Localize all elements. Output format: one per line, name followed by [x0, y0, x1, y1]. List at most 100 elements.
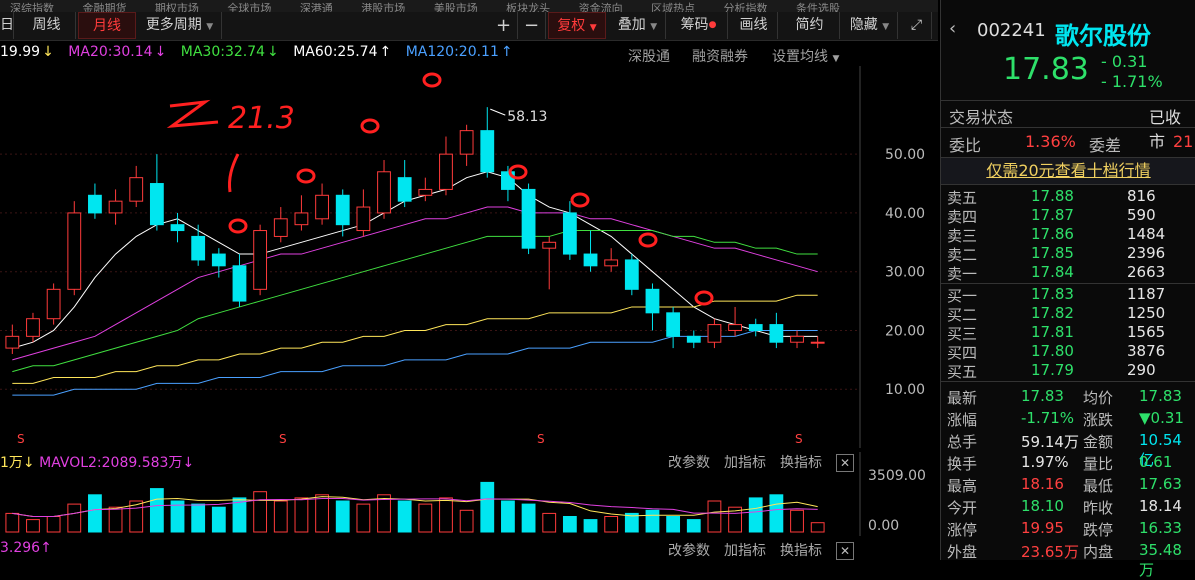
- set-ma-link[interactable]: 设置均线 ▼: [772, 46, 839, 66]
- topnav-item[interactable]: 美股市场: [434, 0, 478, 12]
- y-tick-label: 50.00: [885, 147, 925, 163]
- bottom-value: 3.296: [0, 540, 41, 556]
- volume-bar: [645, 509, 660, 533]
- order-row: 卖二 17.85 2396: [941, 244, 1195, 264]
- kline-chart[interactable]: S S S S 58.13 50.00 40.00 30.00 20.00 10.00 21.…: [0, 66, 938, 448]
- order-volume: 1250: [1127, 304, 1166, 322]
- volume-bar: [790, 509, 804, 533]
- hide-button[interactable]: 隐藏 ▼: [842, 12, 898, 39]
- stat-value: 59.14万: [1021, 433, 1079, 451]
- close-icon[interactable]: ✕: [836, 542, 854, 560]
- volume-bar: [480, 481, 495, 533]
- order-label: 买五: [947, 363, 978, 381]
- volume-bar: [418, 503, 433, 533]
- order-label: 卖一: [947, 265, 978, 283]
- order-label: 买一: [947, 287, 978, 305]
- topnav-item[interactable]: 板块龙头: [506, 0, 550, 12]
- volume-chart[interactable]: 3509.00 0.00: [0, 452, 938, 536]
- order-volume: 3876: [1127, 342, 1166, 360]
- stat-label: 最低: [1083, 477, 1114, 495]
- chouma-button[interactable]: 筹码●: [670, 12, 728, 39]
- chevron-down-icon: ▼: [832, 54, 840, 64]
- period-day-button[interactable]: 日: [0, 12, 14, 39]
- candle-body: [356, 206, 371, 232]
- draw-line-button[interactable]: 画线: [730, 12, 778, 39]
- rongzi-link[interactable]: 融资融券: [692, 46, 748, 66]
- candle-body: [562, 212, 577, 255]
- candle-body: [129, 177, 144, 202]
- order-label: 卖二: [947, 246, 978, 264]
- stat-label: 涨跌: [1083, 411, 1114, 429]
- handwritten-circle: [228, 218, 248, 234]
- handwritten-stroke: [228, 153, 240, 193]
- diejia-dropdown[interactable]: 叠加 ▼: [610, 12, 666, 39]
- order-volume: 590: [1127, 206, 1156, 224]
- candle-body: [377, 171, 391, 214]
- topnav-item[interactable]: 分析指数: [724, 0, 768, 12]
- topnav-item[interactable]: 深综指数: [10, 0, 54, 12]
- switch-indicator-link-2[interactable]: 换指标: [780, 540, 822, 560]
- candle-body: [666, 312, 681, 337]
- topnav-item[interactable]: 港股市场: [361, 0, 405, 12]
- period-week-button[interactable]: 周线: [18, 12, 76, 39]
- handwritten-scribble: [166, 99, 219, 128]
- order-price: 17.85: [1031, 244, 1074, 262]
- more-periods-button[interactable]: 更多周期 ▼: [138, 12, 222, 39]
- chevron-down-icon: ▼: [650, 22, 658, 32]
- topnav-item[interactable]: 资金流向: [579, 0, 623, 12]
- topnav-item[interactable]: 条件选股: [796, 0, 840, 12]
- order-price: 17.79: [1031, 361, 1074, 379]
- order-row: 买五 17.79 290: [941, 361, 1195, 381]
- stat-label: 涨幅: [947, 411, 978, 429]
- order-row: 卖三 17.86 1484: [941, 225, 1195, 245]
- candle-body: [645, 288, 660, 314]
- stat-value: 17.83: [1021, 387, 1064, 405]
- candle-body: [583, 253, 598, 267]
- simple-mode-button[interactable]: 简约: [780, 12, 840, 39]
- order-price: 17.80: [1031, 342, 1074, 360]
- topnav-item[interactable]: 深港通: [300, 0, 333, 12]
- candle-body: [253, 230, 268, 290]
- ma10-label: 19.99: [0, 44, 41, 60]
- volume-bar: [542, 512, 557, 533]
- handwritten-circle: [360, 118, 380, 134]
- order-price: 17.81: [1031, 323, 1074, 341]
- change-params-link-2[interactable]: 改参数: [668, 540, 710, 560]
- topnav-item[interactable]: 期权市场: [155, 0, 199, 12]
- candle-body: [810, 341, 825, 344]
- candle-body: [728, 324, 742, 331]
- ma20-label: MA20:30.14: [68, 44, 153, 60]
- shengutong-link[interactable]: 深股通: [628, 46, 670, 66]
- stat-value: 18.14: [1139, 497, 1182, 515]
- add-indicator-link-2[interactable]: 加指标: [724, 540, 766, 560]
- y-tick-label: 10.00: [885, 382, 925, 398]
- order-row: 卖四 17.87 590: [941, 206, 1195, 226]
- zoom-in-button[interactable]: +: [490, 12, 518, 39]
- topnav-item[interactable]: 金融期货: [82, 0, 126, 12]
- back-chevron-icon[interactable]: ‹: [949, 18, 956, 39]
- high-price-label: 58.13: [507, 109, 547, 125]
- zoom-out-button[interactable]: −: [518, 12, 546, 39]
- fullscreen-icon[interactable]: ⤢: [902, 12, 932, 39]
- level2-banner[interactable]: 仅需20元查看十档行情: [941, 157, 1195, 185]
- topnav-item[interactable]: 全球市场: [227, 0, 271, 12]
- candle-body: [108, 200, 123, 214]
- volume-bar: [315, 494, 329, 533]
- stock-code: 002241: [977, 20, 1046, 41]
- stat-row: 涨停 19.95 跌停 16.33: [941, 519, 1195, 539]
- volume-bar: [67, 503, 82, 533]
- volume-bar: [46, 516, 61, 533]
- volume-bar: [377, 494, 391, 533]
- candle-body: [397, 177, 412, 202]
- handwritten-circle: [570, 192, 590, 208]
- chouma-label: 筹码: [680, 17, 709, 33]
- stat-row: 今开 18.10 昨收 18.14: [941, 497, 1195, 517]
- period-month-button[interactable]: 月线: [78, 12, 136, 39]
- stat-label: 量比: [1083, 455, 1114, 473]
- trade-status-label: 交易状态: [949, 108, 1014, 127]
- volume-bar: [356, 503, 371, 533]
- stat-value: 16.33: [1139, 519, 1182, 537]
- fuquan-dropdown[interactable]: 复权 ▼: [548, 12, 606, 39]
- ma60-label: MA60:25.74: [293, 44, 378, 60]
- topnav-item[interactable]: 区域热点: [651, 0, 695, 12]
